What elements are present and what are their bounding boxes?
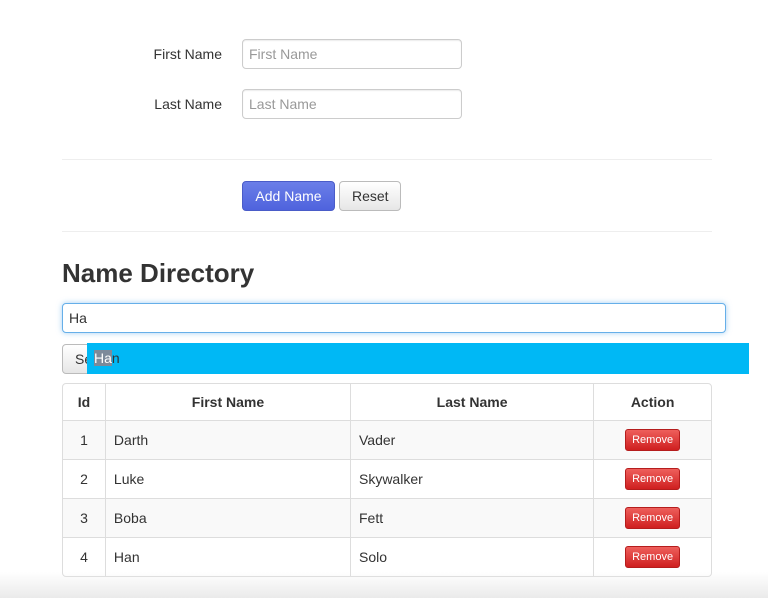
last-name-input[interactable] — [242, 89, 462, 119]
autocomplete-rest: n — [111, 350, 120, 366]
add-name-button[interactable]: Add Name — [242, 181, 335, 211]
cell-action: Remove — [593, 420, 711, 459]
first-name-label: First Name — [153, 46, 222, 62]
remove-button[interactable]: Remove — [625, 429, 681, 451]
cell-last-name: Vader — [349, 420, 594, 459]
reset-button[interactable]: Reset — [339, 181, 401, 211]
cell-action: Remove — [593, 498, 711, 537]
cell-id: 3 — [63, 498, 105, 537]
search-input[interactable] — [62, 303, 726, 333]
remove-button[interactable]: Remove — [625, 507, 681, 529]
table-row: 1 Darth Vader Remove — [63, 420, 711, 459]
cell-last-name: Skywalker — [349, 459, 594, 498]
table-header-row: Id First Name Last Name Action — [63, 384, 711, 420]
first-name-input[interactable] — [242, 39, 462, 69]
table-row: 2 Luke Skywalker Remove — [63, 459, 711, 498]
table-row: 4 Han Solo Remove — [63, 537, 711, 576]
divider — [62, 231, 712, 232]
last-name-label: Last Name — [154, 96, 222, 112]
window-bottom-edge — [0, 572, 768, 598]
column-header-id: Id — [77, 394, 91, 410]
autocomplete-match: Ha — [94, 350, 112, 366]
divider — [62, 159, 712, 160]
column-header-last-name: Last Name — [349, 384, 593, 420]
cell-first-name: Luke — [104, 459, 350, 498]
name-directory-table: Id First Name Last Name Action 1 Darth V… — [62, 383, 712, 577]
remove-button[interactable]: Remove — [625, 546, 681, 568]
cell-action: Remove — [593, 459, 711, 498]
page-title: Name Directory — [62, 258, 255, 288]
cell-first-name: Han — [104, 537, 350, 576]
cell-id: 1 — [63, 420, 105, 459]
column-header-action: Action — [593, 384, 711, 420]
cell-id: 2 — [63, 459, 105, 498]
cell-last-name: Solo — [349, 537, 594, 576]
remove-button[interactable]: Remove — [625, 468, 681, 490]
cell-first-name: Darth — [104, 420, 350, 459]
autocomplete-suggestion[interactable]: Han — [87, 343, 749, 374]
column-header-first-name: First Name — [104, 384, 350, 420]
table-row: 3 Boba Fett Remove — [63, 498, 711, 537]
app-root: First Name Last Name Add Name Reset Name… — [0, 0, 768, 598]
cell-first-name: Boba — [104, 498, 350, 537]
cell-id: 4 — [63, 537, 105, 576]
cell-action: Remove — [593, 537, 711, 576]
cell-last-name: Fett — [349, 498, 594, 537]
